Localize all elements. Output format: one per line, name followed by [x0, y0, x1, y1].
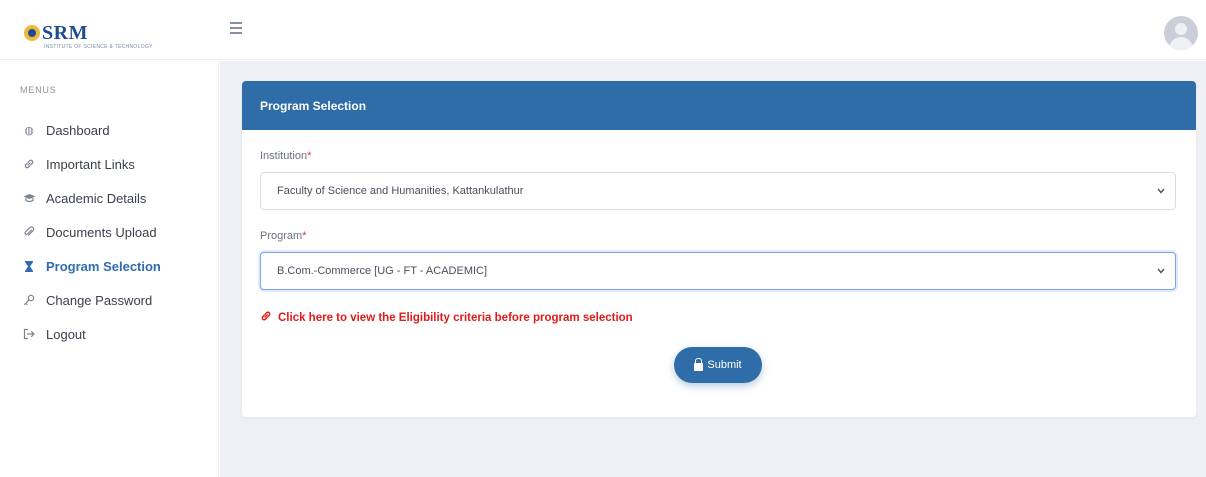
card-header: Program Selection	[242, 81, 1196, 130]
institution-select-value: Faculty of Science and Humanities, Katta…	[277, 185, 524, 197]
lock-icon	[694, 358, 704, 371]
chevron-down-icon	[1157, 266, 1165, 277]
institution-label: Institution*	[260, 150, 1178, 162]
sidebar-item-program-selection[interactable]: Program Selection	[0, 249, 219, 283]
paperclip-icon	[22, 225, 36, 239]
institution-label-text: Institution	[260, 150, 308, 162]
hourglass-icon	[22, 259, 36, 273]
required-mark: *	[307, 150, 312, 162]
program-label: Program*	[260, 230, 1178, 242]
logout-icon	[22, 327, 36, 341]
sidebar-item-important-links[interactable]: Important Links	[0, 147, 219, 181]
srm-logo[interactable]: SRM INSTITUTE OF SCIENCE & TECHNOLOGY	[24, 20, 152, 50]
top-bar: SRM INSTITUTE OF SCIENCE & TECHNOLOGY	[0, 0, 1206, 60]
link-icon	[260, 310, 272, 325]
sidebar-item-logout[interactable]: Logout	[0, 317, 219, 351]
dashboard-icon: ◍	[24, 124, 34, 137]
card-body: Institution* Faculty of Science and Huma…	[242, 150, 1196, 325]
program-label-text: Program	[260, 230, 303, 242]
sidebar-item-academic-details[interactable]: Academic Details	[0, 181, 219, 215]
srm-emblem-icon	[24, 25, 40, 41]
main-content: Program Selection Institution* Faculty o…	[220, 61, 1206, 477]
link-icon	[22, 157, 36, 171]
program-select-value: B.Com.-Commerce [UG - FT - ACADEMIC]	[277, 265, 488, 277]
sidebar-nav: ◍ Dashboard Important Links Academic Det…	[0, 113, 219, 351]
sidebar-item-label: Logout	[46, 326, 86, 342]
sidebar-item-documents-upload[interactable]: Documents Upload	[0, 215, 219, 249]
program-selection-card: Program Selection Institution* Faculty o…	[242, 81, 1196, 417]
submit-wrapper: Submit	[674, 347, 762, 383]
eligibility-link-text: Click here to view the Eligibility crite…	[278, 311, 633, 324]
sidebar-item-label: Change Password	[46, 292, 153, 308]
submit-button[interactable]: Submit	[674, 347, 762, 383]
menus-heading: MENUS	[20, 85, 57, 95]
sidebar-item-label: Dashboard	[46, 122, 110, 138]
sidebar-item-label: Program Selection	[46, 258, 161, 274]
user-avatar-icon[interactable]	[1164, 16, 1198, 50]
hamburger-icon[interactable]	[230, 22, 246, 38]
submit-label: Submit	[707, 359, 742, 371]
sidebar-item-label: Academic Details	[46, 190, 147, 206]
logo-text: SRM	[42, 21, 88, 44]
graduation-cap-icon	[22, 191, 36, 205]
logo-subtitle: INSTITUTE OF SCIENCE & TECHNOLOGY	[44, 44, 153, 50]
key-icon	[22, 293, 36, 307]
sidebar-item-change-password[interactable]: Change Password	[0, 283, 219, 317]
sidebar-item-label: Documents Upload	[46, 224, 157, 240]
required-mark: *	[302, 230, 307, 242]
card-title: Program Selection	[260, 98, 367, 113]
sidebar-item-label: Important Links	[46, 156, 135, 172]
program-select[interactable]: B.Com.-Commerce [UG - FT - ACADEMIC]	[260, 252, 1176, 290]
chevron-down-icon	[1157, 186, 1165, 197]
sidebar-item-dashboard[interactable]: ◍ Dashboard	[0, 113, 219, 147]
institution-select[interactable]: Faculty of Science and Humanities, Katta…	[260, 172, 1176, 210]
eligibility-criteria-link[interactable]: Click here to view the Eligibility crite…	[260, 310, 1178, 325]
sidebar: MENUS ◍ Dashboard Important Links Academ…	[0, 61, 219, 477]
